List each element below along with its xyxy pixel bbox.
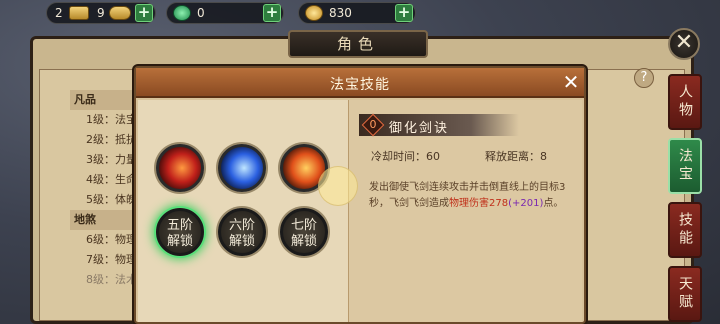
list-item: 4级：生命 [86,173,137,186]
dialog-header: 法宝技能 ✕ [136,68,584,98]
list-item: 8级：法术 [86,273,137,286]
side-tabs: 人物 法宝 技能 天赋 [668,74,704,324]
dialog-close-button[interactable]: ✕ [560,72,582,94]
jade-count: 0 [197,6,205,20]
add-coins-button[interactable]: + [395,4,413,22]
list-section-header: 凡品 [70,90,140,110]
treasure-skill-dialog: 法宝技能 ✕ 五阶 解锁 六阶 解锁 七阶 解锁 0 御化剑诀 冷却时间：60 … [134,66,586,324]
skill-description: 发出御使飞剑连续攻击并击倒直线上的目标3秒，飞剑飞剑造成物理伤害278(+201… [369,182,566,209]
list-item: 7级：物理 [86,253,137,266]
gold-bar-icon [69,6,89,20]
skill-grid: 五阶 解锁 六阶 解锁 七阶 解锁 [138,100,348,322]
mascot-icon [318,166,358,206]
range-text: 释放距离：8 [485,150,547,163]
jade-icon [173,5,191,21]
tab-skills[interactable]: 技能 [668,202,702,258]
cooldown-text: 冷却时间：60 [371,150,440,163]
dialog-title: 法宝技能 [330,77,390,93]
lock-label: 七阶 解锁 [290,218,317,249]
locked-slot-tier7[interactable]: 七阶 解锁 [280,208,328,256]
skill-slot-fire-slash[interactable] [156,144,204,192]
lock-label: 五阶 解锁 [166,218,193,249]
resource-jade: 0 + [166,2,284,24]
list-section-header: 地煞 [70,210,140,230]
list-item: 3级：力量 [86,153,137,166]
gold-ingots-count: 9 [97,6,105,20]
resource-coins: 830 + [298,2,416,24]
skill-slot-ice-slash[interactable] [218,144,266,192]
panel-title: 角色 [288,30,428,58]
gold-bars-count: 2 [55,6,63,20]
lock-label: 六阶 解锁 [228,218,255,249]
skill-detail: 0 御化剑诀 冷却时间：60 释放距离：8 发出御使飞剑连续攻击并击倒直线上的目… [348,100,582,322]
locked-slot-tier5[interactable]: 五阶 解锁 [156,208,204,256]
tab-character[interactable]: 人物 [668,74,702,130]
resource-bar: 2 9 + 0 + 830 + [0,0,720,26]
coin-icon [305,5,323,21]
tab-treasure[interactable]: 法宝 [668,138,702,194]
add-gold-button[interactable]: + [135,4,153,22]
resource-gold: 2 9 + [46,2,156,24]
list-item: 5级：体魄 [86,193,137,206]
list-item: 2级：抵抗 [86,133,137,146]
coins-count: 830 [329,6,352,20]
help-button[interactable]: ? [634,68,654,88]
list-item: 6级：物理 [86,233,137,246]
tab-talent[interactable]: 天赋 [668,266,702,322]
list-item: 1级：法宝 [86,113,137,126]
ingot-icon [109,6,131,20]
locked-slot-tier6[interactable]: 六阶 解锁 [218,208,266,256]
skill-name: 御化剑诀 [389,121,450,136]
add-jade-button[interactable]: + [263,4,281,22]
close-panel-button[interactable]: ✕ [668,28,700,60]
attribute-list: 凡品 1级：法宝 2级：抵抗 3级：力量 4级：生命 5级：体魄地煞 6级：物理 7级：物理 8… [70,90,140,290]
